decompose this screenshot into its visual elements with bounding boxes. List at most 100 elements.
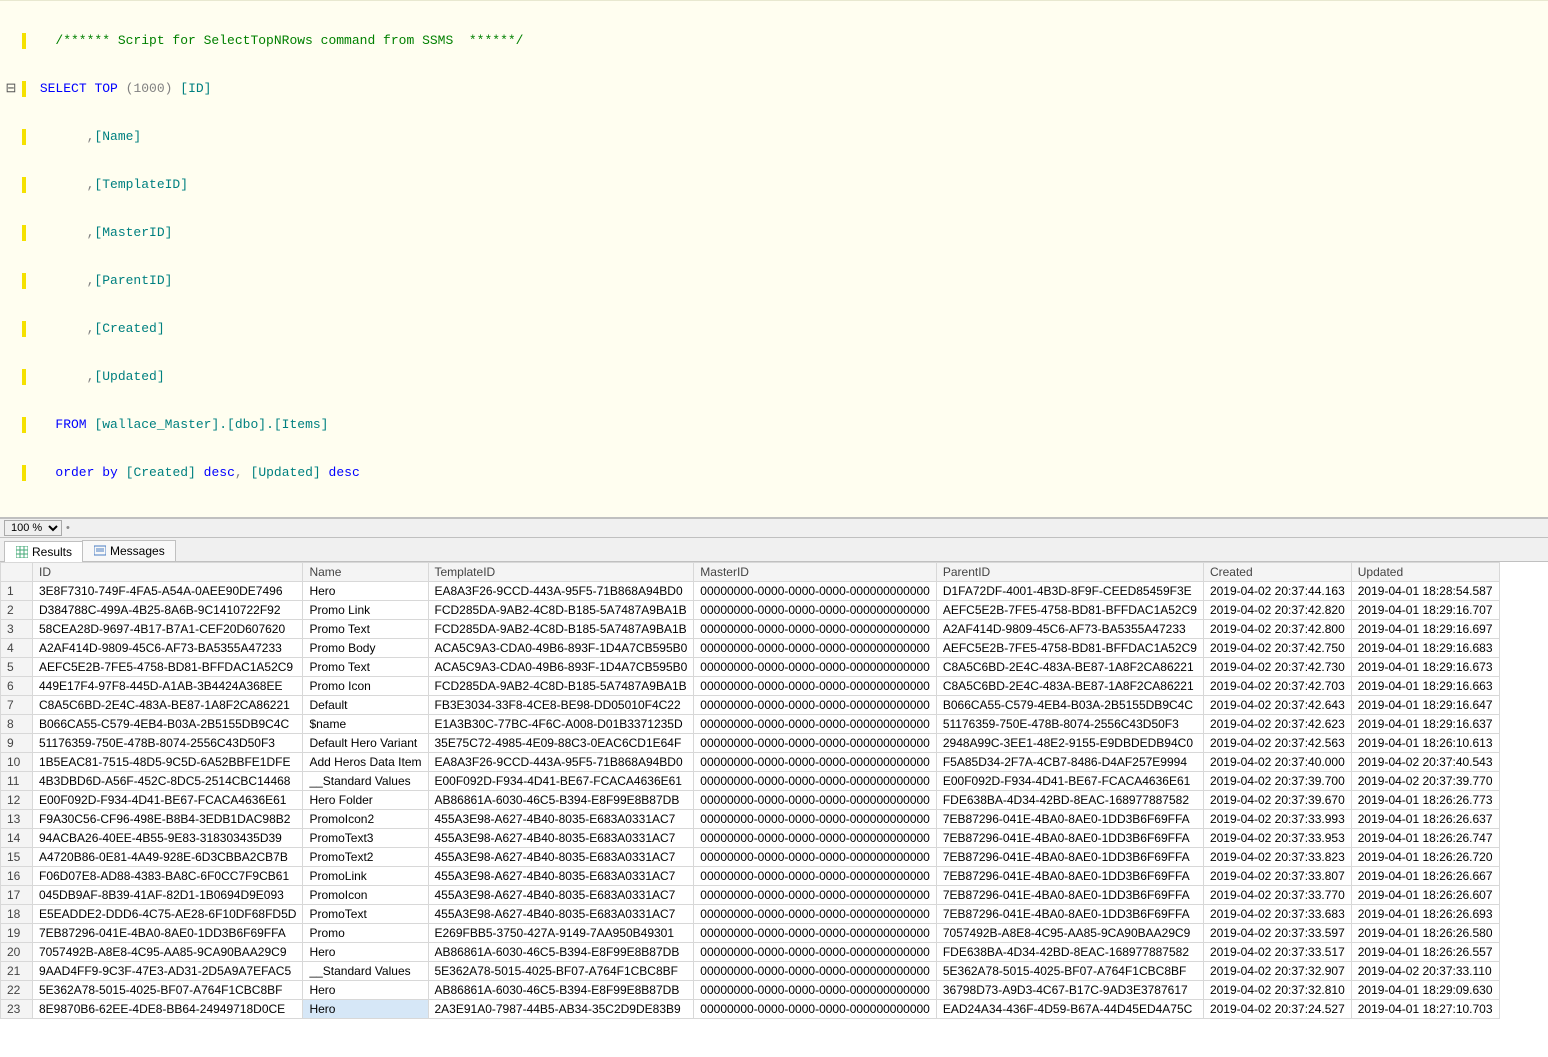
cell-rownum[interactable]: 20 [1,943,33,962]
cell-parent[interactable]: 36798D73-A9D3-4C67-B17C-9AD3E3787617 [936,981,1203,1000]
cell-template[interactable]: 455A3E98-A627-4B40-8035-E683A0331AC7 [428,810,694,829]
cell-template[interactable]: FCD285DA-9AB2-4C8D-B185-5A7487A9BA1B [428,601,694,620]
cell-name[interactable]: Promo Link [303,601,428,620]
cell-master[interactable]: 00000000-0000-0000-0000-000000000000 [694,677,937,696]
cell-updated[interactable]: 2019-04-01 18:27:10.703 [1351,1000,1499,1019]
table-row[interactable]: 4A2AF414D-9809-45C6-AF73-BA5355A47233Pro… [1,639,1500,658]
table-row[interactable]: 197EB87296-041E-4BA0-8AE0-1DD3B6F69FFAPr… [1,924,1500,943]
cell-rownum[interactable]: 21 [1,962,33,981]
sql-editor-pane[interactable]: /****** Script for SelectTopNRows comman… [0,0,1548,518]
header-parent[interactable]: ParentID [936,563,1203,582]
cell-created[interactable]: 2019-04-02 20:37:40.000 [1203,753,1351,772]
cell-name[interactable]: Hero [303,981,428,1000]
cell-updated[interactable]: 2019-04-01 18:29:16.663 [1351,677,1499,696]
cell-created[interactable]: 2019-04-02 20:37:39.670 [1203,791,1351,810]
cell-template[interactable]: 5E362A78-5015-4025-BF07-A764F1CBC8BF [428,962,694,981]
fold-icon[interactable]: ⊟ [0,81,22,97]
cell-updated[interactable]: 2019-04-02 20:37:40.543 [1351,753,1499,772]
cell-parent[interactable]: 51176359-750E-478B-8074-2556C43D50F3 [936,715,1203,734]
cell-name[interactable]: Promo Icon [303,677,428,696]
header-template[interactable]: TemplateID [428,563,694,582]
cell-template[interactable]: 35E75C72-4985-4E09-88C3-0EAC6CD1E64F [428,734,694,753]
cell-master[interactable]: 00000000-0000-0000-0000-000000000000 [694,943,937,962]
cell-template[interactable]: E00F092D-F934-4D41-BE67-FCACA4636E61 [428,772,694,791]
cell-created[interactable]: 2019-04-02 20:37:42.563 [1203,734,1351,753]
cell-id[interactable]: 1B5EAC81-7515-48D5-9C5D-6A52BBFE1DFE [33,753,303,772]
cell-created[interactable]: 2019-04-02 20:37:24.527 [1203,1000,1351,1019]
cell-created[interactable]: 2019-04-02 20:37:42.643 [1203,696,1351,715]
cell-rownum[interactable]: 2 [1,601,33,620]
table-row[interactable]: 8B066CA55-C579-4EB4-B03A-2B5155DB9C4C$na… [1,715,1500,734]
cell-rownum[interactable]: 1 [1,582,33,601]
table-row[interactable]: 1494ACBA26-40EE-4B55-9E83-318303435D39Pr… [1,829,1500,848]
cell-parent[interactable]: FDE638BA-4D34-42BD-8EAC-168977887582 [936,943,1203,962]
cell-master[interactable]: 00000000-0000-0000-0000-000000000000 [694,1000,937,1019]
cell-updated[interactable]: 2019-04-01 18:26:26.607 [1351,886,1499,905]
cell-updated[interactable]: 2019-04-01 18:29:09.630 [1351,981,1499,1000]
table-row[interactable]: 13E8F7310-749F-4FA5-A54A-0AEE90DE7496Her… [1,582,1500,601]
cell-parent[interactable]: 7EB87296-041E-4BA0-8AE0-1DD3B6F69FFA [936,886,1203,905]
cell-name[interactable]: PromoLink [303,867,428,886]
cell-id[interactable]: AEFC5E2B-7FE5-4758-BD81-BFFDAC1A52C9 [33,658,303,677]
cell-name[interactable]: PromoText [303,905,428,924]
cell-name[interactable]: Hero Folder [303,791,428,810]
cell-id[interactable]: 4B3DBD6D-A56F-452C-8DC5-2514CBC14468 [33,772,303,791]
cell-name[interactable]: Hero [303,943,428,962]
results-grid-scroll[interactable]: ID Name TemplateID MasterID ParentID Cre… [0,562,1548,1057]
cell-rownum[interactable]: 8 [1,715,33,734]
cell-id[interactable]: 5E362A78-5015-4025-BF07-A764F1CBC8BF [33,981,303,1000]
table-row[interactable]: 101B5EAC81-7515-48D5-9C5D-6A52BBFE1DFEAd… [1,753,1500,772]
cell-name[interactable]: $name [303,715,428,734]
cell-created[interactable]: 2019-04-02 20:37:33.823 [1203,848,1351,867]
cell-master[interactable]: 00000000-0000-0000-0000-000000000000 [694,867,937,886]
cell-parent[interactable]: 7057492B-A8E8-4C95-AA85-9CA90BAA29C9 [936,924,1203,943]
cell-master[interactable]: 00000000-0000-0000-0000-000000000000 [694,791,937,810]
cell-updated[interactable]: 2019-04-01 18:26:26.693 [1351,905,1499,924]
cell-rownum[interactable]: 13 [1,810,33,829]
cell-rownum[interactable]: 4 [1,639,33,658]
header-updated[interactable]: Updated [1351,563,1499,582]
cell-master[interactable]: 00000000-0000-0000-0000-000000000000 [694,962,937,981]
cell-template[interactable]: 455A3E98-A627-4B40-8035-E683A0331AC7 [428,886,694,905]
cell-parent[interactable]: 7EB87296-041E-4BA0-8AE0-1DD3B6F69FFA [936,905,1203,924]
cell-master[interactable]: 00000000-0000-0000-0000-000000000000 [694,924,937,943]
cell-created[interactable]: 2019-04-02 20:37:42.750 [1203,639,1351,658]
cell-updated[interactable]: 2019-04-01 18:29:16.707 [1351,601,1499,620]
cell-name[interactable]: PromoText3 [303,829,428,848]
cell-id[interactable]: B066CA55-C579-4EB4-B03A-2B5155DB9C4C [33,715,303,734]
cell-parent[interactable]: B066CA55-C579-4EB4-B03A-2B5155DB9C4C [936,696,1203,715]
table-row[interactable]: 13F9A30C56-CF96-498E-B8B4-3EDB1DAC98B2Pr… [1,810,1500,829]
cell-id[interactable]: A2AF414D-9809-45C6-AF73-BA5355A47233 [33,639,303,658]
cell-master[interactable]: 00000000-0000-0000-0000-000000000000 [694,848,937,867]
cell-updated[interactable]: 2019-04-01 18:29:16.697 [1351,620,1499,639]
table-row[interactable]: 6449E17F4-97F8-445D-A1AB-3B4424A368EEPro… [1,677,1500,696]
cell-updated[interactable]: 2019-04-01 18:26:10.613 [1351,734,1499,753]
cell-template[interactable]: ACA5C9A3-CDA0-49B6-893F-1D4A7CB595B0 [428,658,694,677]
cell-parent[interactable]: 7EB87296-041E-4BA0-8AE0-1DD3B6F69FFA [936,810,1203,829]
header-master[interactable]: MasterID [694,563,937,582]
tab-results[interactable]: Results [4,541,83,562]
cell-name[interactable]: PromoIcon2 [303,810,428,829]
cell-parent[interactable]: AEFC5E2B-7FE5-4758-BD81-BFFDAC1A52C9 [936,601,1203,620]
cell-name[interactable]: Promo Text [303,620,428,639]
cell-master[interactable]: 00000000-0000-0000-0000-000000000000 [694,639,937,658]
cell-id[interactable]: F9A30C56-CF96-498E-B8B4-3EDB1DAC98B2 [33,810,303,829]
cell-id[interactable]: 7EB87296-041E-4BA0-8AE0-1DD3B6F69FFA [33,924,303,943]
table-row[interactable]: 18E5EADDE2-DDD6-4C75-AE28-6F10DF68FD5DPr… [1,905,1500,924]
cell-template[interactable]: EA8A3F26-9CCD-443A-95F5-71B868A94BD0 [428,582,694,601]
cell-template[interactable]: ACA5C9A3-CDA0-49B6-893F-1D4A7CB595B0 [428,639,694,658]
cell-updated[interactable]: 2019-04-01 18:28:54.587 [1351,582,1499,601]
cell-template[interactable]: AB86861A-6030-46C5-B394-E8F99E8B87DB [428,981,694,1000]
cell-rownum[interactable]: 18 [1,905,33,924]
cell-master[interactable]: 00000000-0000-0000-0000-000000000000 [694,620,937,639]
table-row[interactable]: 2D384788C-499A-4B25-8A6B-9C1410722F92Pro… [1,601,1500,620]
cell-rownum[interactable]: 15 [1,848,33,867]
cell-id[interactable]: 8E9870B6-62EE-4DE8-BB64-24949718D0CE [33,1000,303,1019]
cell-parent[interactable]: C8A5C6BD-2E4C-483A-BE87-1A8F2CA86221 [936,658,1203,677]
cell-updated[interactable]: 2019-04-01 18:26:26.747 [1351,829,1499,848]
cell-name[interactable]: Promo [303,924,428,943]
cell-rownum[interactable]: 9 [1,734,33,753]
cell-parent[interactable]: 7EB87296-041E-4BA0-8AE0-1DD3B6F69FFA [936,829,1203,848]
cell-master[interactable]: 00000000-0000-0000-0000-000000000000 [694,734,937,753]
cell-created[interactable]: 2019-04-02 20:37:42.800 [1203,620,1351,639]
